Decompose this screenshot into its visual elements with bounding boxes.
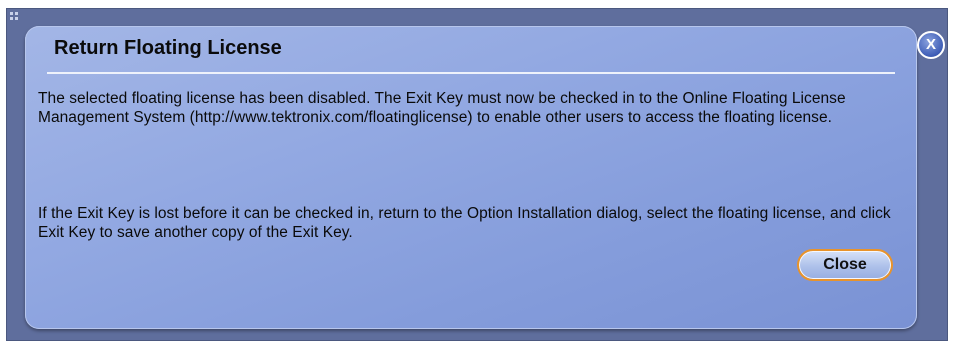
message-text-2: If the Exit Key is lost before it can be… — [38, 205, 891, 241]
close-button[interactable]: Close — [797, 249, 893, 281]
close-icon[interactable]: X — [917, 31, 945, 59]
dialog-title: Return Floating License — [54, 37, 282, 59]
dialog-frame: Return Floating License The selected flo… — [6, 8, 948, 341]
message-text-1: The selected floating license has been d… — [38, 90, 846, 126]
dialog-panel: Return Floating License The selected flo… — [25, 26, 917, 329]
title-divider — [47, 72, 895, 74]
drag-grip-icon[interactable] — [10, 12, 19, 21]
